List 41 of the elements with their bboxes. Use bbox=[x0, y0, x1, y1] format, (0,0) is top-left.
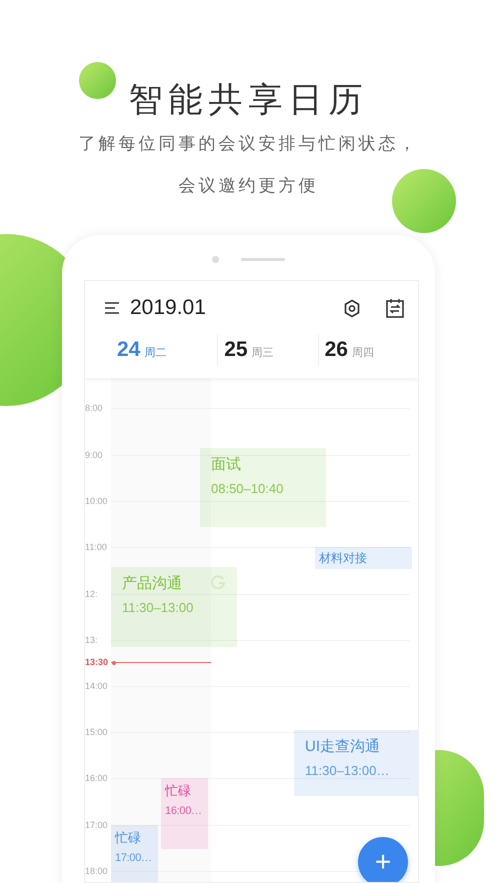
event-block[interactable]: 面试 08:50–10:40 bbox=[200, 448, 326, 527]
calendar-switch-icon[interactable] bbox=[386, 298, 404, 318]
current-time-label: 13:30 bbox=[85, 657, 108, 667]
time-label: 18:00 bbox=[85, 866, 108, 876]
event-block[interactable]: 产品沟通 11:30–13:00 bbox=[111, 567, 237, 647]
day-tab[interactable]: 25 周三 bbox=[217, 335, 318, 365]
event-title: UI走查沟通 bbox=[305, 737, 380, 757]
time-label: 14:00 bbox=[85, 681, 108, 691]
speaker-slot bbox=[241, 258, 285, 260]
event-title: 面试 bbox=[211, 455, 241, 475]
event-time: 11:30–13:00 bbox=[122, 599, 194, 617]
day-tab[interactable]: 24 周二 bbox=[85, 335, 218, 365]
event-time: 17:00… bbox=[115, 851, 153, 865]
time-label: 10:00 bbox=[85, 496, 108, 506]
event-title: 产品沟通 bbox=[122, 574, 182, 594]
event-block[interactable]: UI走查沟通 11:30–13:00… bbox=[294, 730, 418, 796]
subtitle-line: 了解每位同事的会议安排与忙闲状态， bbox=[78, 134, 418, 154]
settings-icon[interactable] bbox=[343, 298, 361, 318]
day-tab[interactable]: 26 周四 bbox=[318, 335, 418, 365]
menu-icon[interactable] bbox=[105, 302, 120, 314]
event-title: 忙碌 bbox=[165, 782, 191, 800]
time-label: 16:00 bbox=[85, 773, 108, 783]
event-block[interactable]: 材料对接 bbox=[315, 547, 412, 569]
subtitle-line: 会议邀约更方便 bbox=[178, 176, 318, 196]
event-time: 08:50–10:40 bbox=[211, 480, 284, 498]
time-label: 17:00 bbox=[85, 820, 108, 830]
time-label: 15:00 bbox=[85, 727, 108, 737]
event-block[interactable]: 忙碌 17:00… bbox=[111, 825, 158, 882]
time-label: 13: bbox=[85, 635, 98, 645]
time-label: 11:00 bbox=[85, 542, 107, 552]
event-time: 11:30–13:00… bbox=[305, 762, 390, 780]
event-block[interactable]: 忙碌 16:00… bbox=[161, 778, 208, 849]
time-label: 8:00 bbox=[85, 403, 103, 413]
event-time: 16:00… bbox=[165, 804, 203, 818]
headline: 智能共享日历 bbox=[128, 80, 368, 120]
event-title: 材料对接 bbox=[319, 550, 367, 566]
time-label: 9:00 bbox=[85, 450, 103, 460]
time-label: 12: bbox=[85, 589, 98, 599]
event-title: 忙碌 bbox=[115, 829, 141, 847]
add-button[interactable]: + bbox=[358, 837, 408, 882]
month-title[interactable]: 2019.01 bbox=[130, 292, 206, 324]
